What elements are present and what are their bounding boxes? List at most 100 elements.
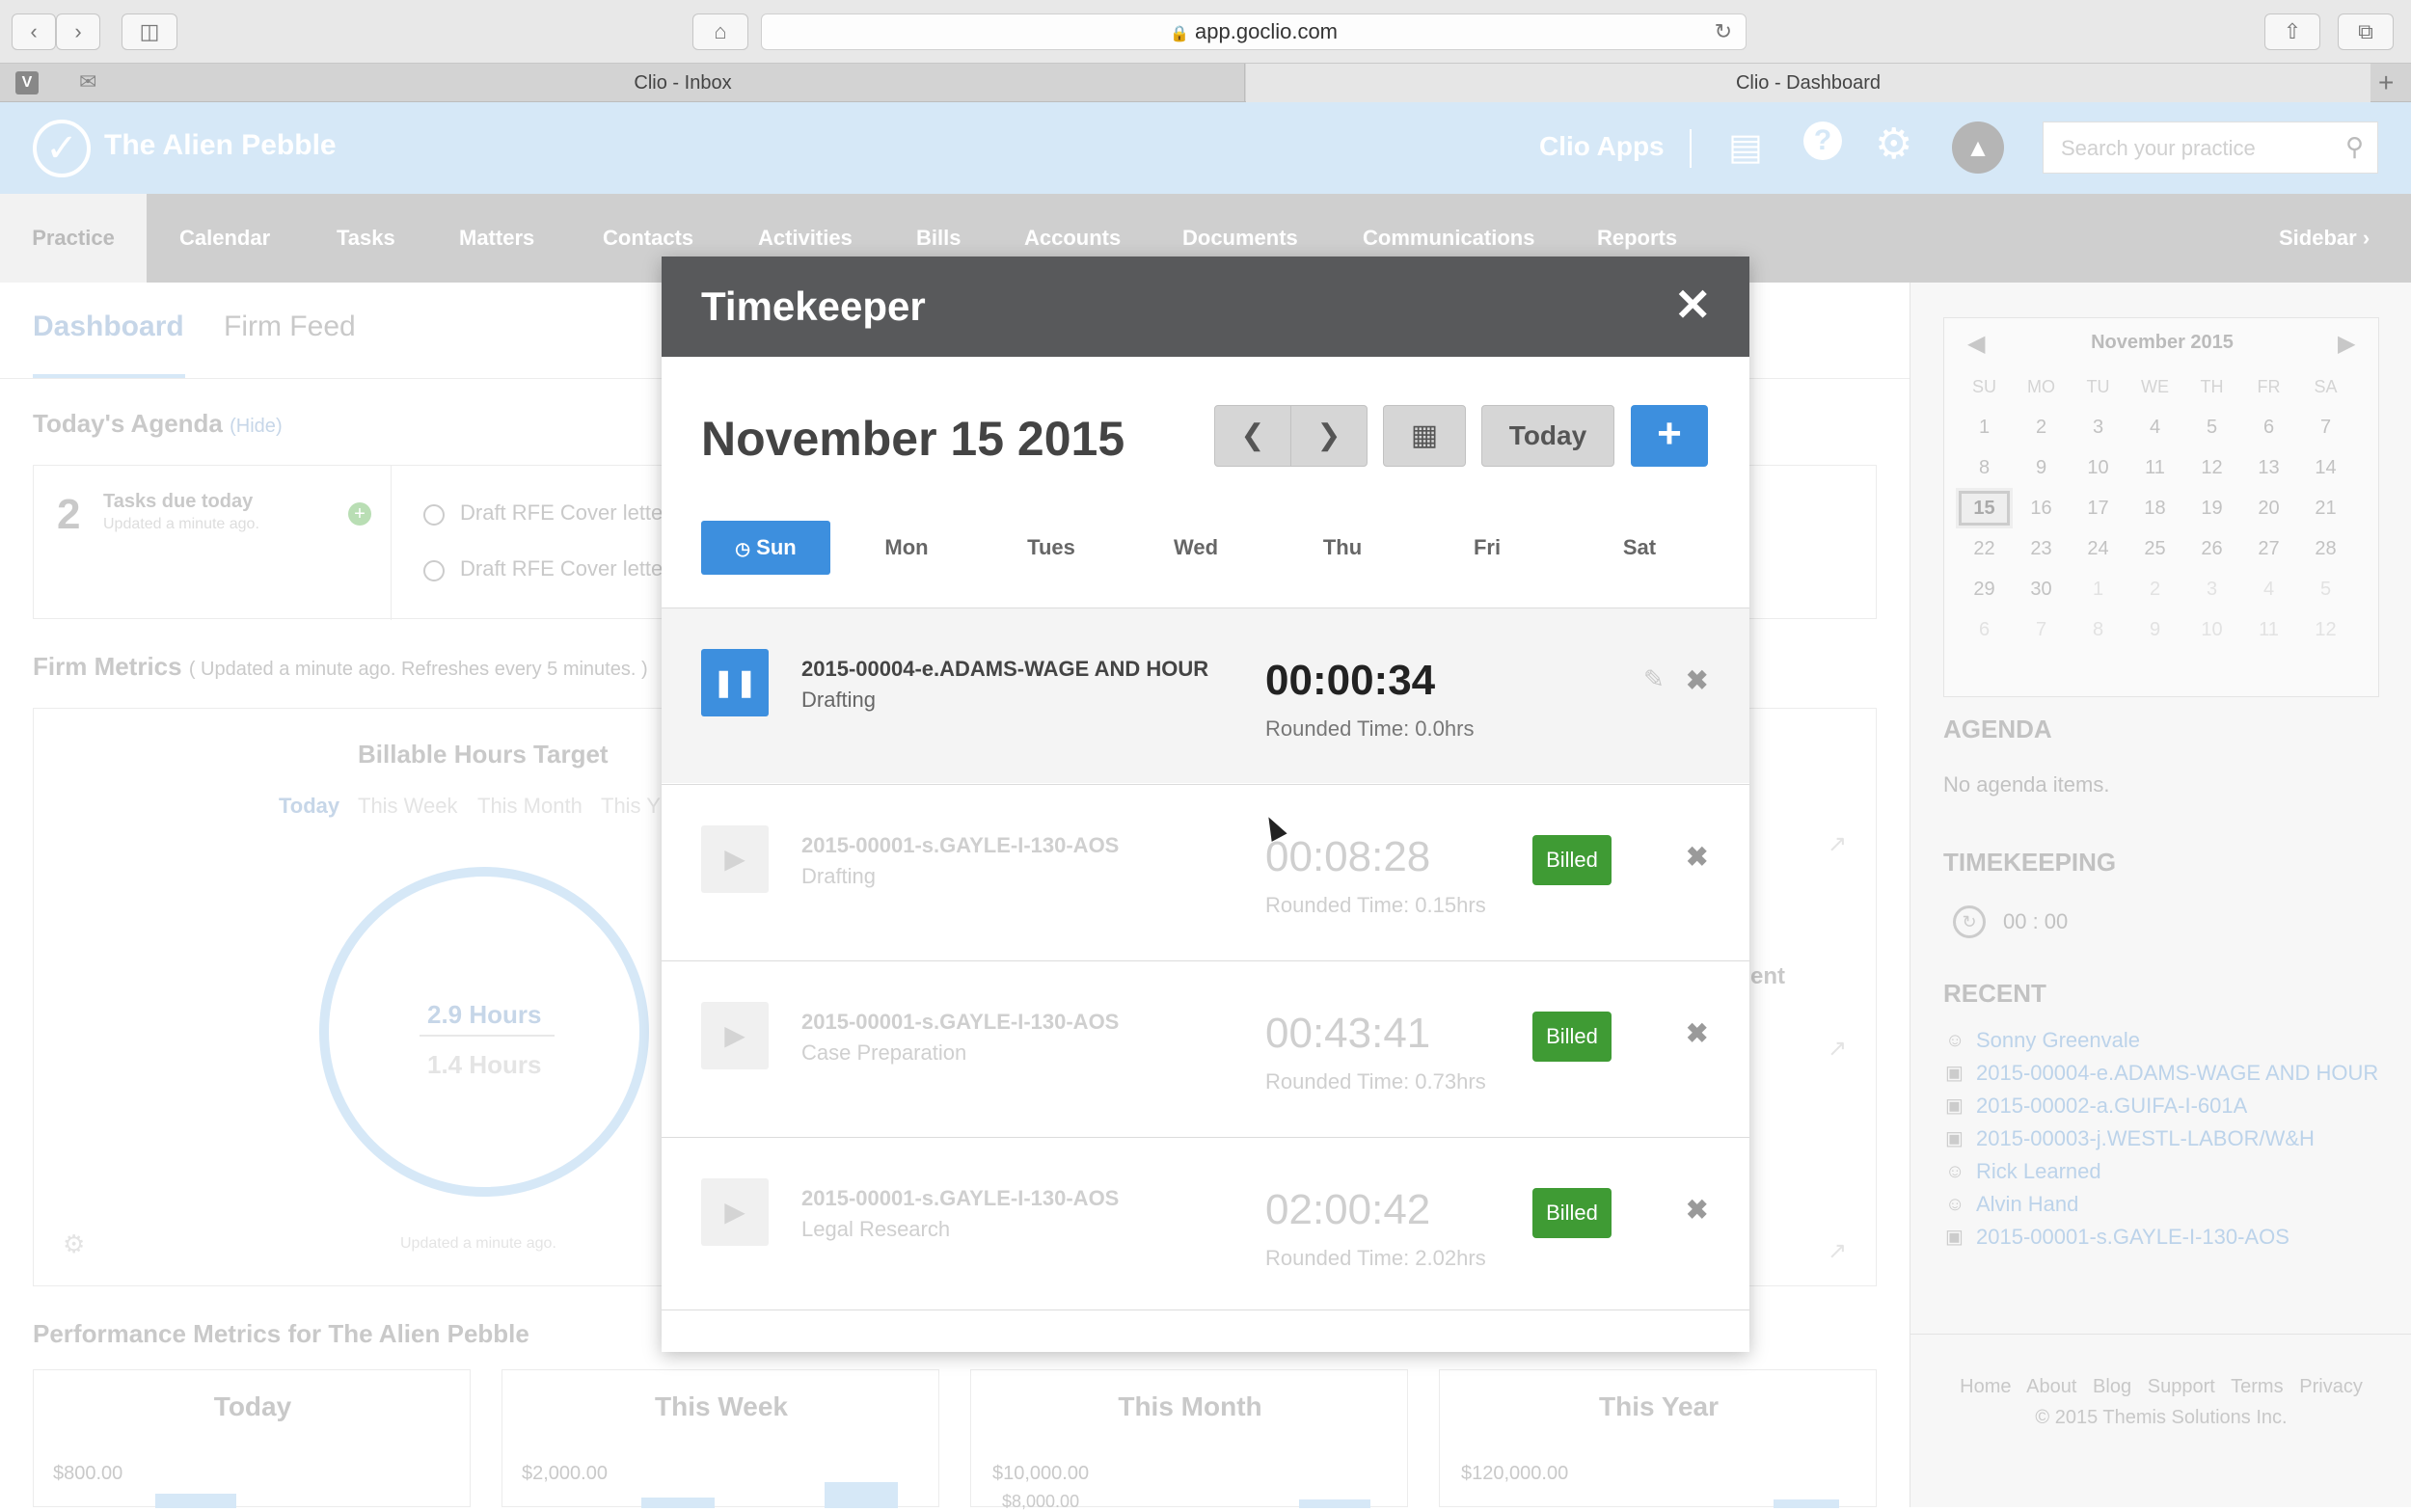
- delete-entry-icon[interactable]: ✖: [1686, 841, 1708, 873]
- cal-day[interactable]: 24: [2070, 528, 2127, 569]
- cal-day[interactable]: 30: [2013, 569, 2070, 609]
- recent-item[interactable]: ☺ Alvin Hand: [1943, 1191, 2387, 1218]
- gear-icon[interactable]: ⚙: [1875, 120, 1912, 169]
- entry-matter[interactable]: 2015-00004-e.ADAMS-WAGE AND HOUR: [801, 657, 1208, 682]
- day-tab-tues[interactable]: Tues: [993, 521, 1109, 575]
- nav-sidebar-toggle[interactable]: Sidebar ›: [2279, 194, 2370, 283]
- cal-day[interactable]: 16: [2013, 488, 2070, 528]
- delete-entry-icon[interactable]: ✖: [1686, 1017, 1708, 1049]
- calendar-button[interactable]: ▦: [1383, 405, 1466, 467]
- cal-day[interactable]: 6: [1956, 609, 2013, 650]
- close-icon[interactable]: ✕: [1674, 282, 1712, 328]
- cal-day[interactable]: 12: [2297, 609, 2354, 650]
- search-input[interactable]: Search your practice ⚲: [2043, 122, 2378, 174]
- cal-day[interactable]: 11: [2240, 609, 2297, 650]
- cal-day[interactable]: 28: [2297, 528, 2354, 569]
- cal-day[interactable]: 7: [2297, 407, 2354, 447]
- cal-day[interactable]: 3: [2070, 407, 2127, 447]
- cal-day[interactable]: 15: [1956, 488, 2013, 528]
- cal-day[interactable]: 22: [1956, 528, 2013, 569]
- external-link-icon[interactable]: ↗: [1828, 1035, 1847, 1063]
- entry-matter[interactable]: 2015-00001-s.GAYLE-I-130-AOS: [801, 833, 1119, 858]
- tab-inbox[interactable]: Clio - Inbox: [122, 64, 1245, 102]
- task-item[interactable]: Draft RFE Cover lette: [460, 500, 663, 526]
- day-tab-sun[interactable]: ◷ Sun: [701, 521, 830, 575]
- cal-day[interactable]: 5: [2297, 569, 2354, 609]
- cal-day[interactable]: 10: [2070, 447, 2127, 488]
- tabs-overview-icon[interactable]: ⧉: [2338, 14, 2394, 50]
- cal-day[interactable]: 19: [2183, 488, 2240, 528]
- home-icon[interactable]: ⌂: [692, 14, 748, 50]
- nav-matters[interactable]: Matters: [459, 194, 534, 283]
- cal-day[interactable]: 9: [2127, 609, 2183, 650]
- new-tab-icon[interactable]: +: [2378, 68, 2394, 98]
- tab-firm-feed[interactable]: Firm Feed: [224, 310, 356, 343]
- nav-practice[interactable]: Practice: [0, 194, 147, 283]
- cal-next-icon[interactable]: ▶: [2338, 330, 2355, 358]
- help-icon[interactable]: ?: [1803, 122, 1842, 160]
- brand-name[interactable]: The Alien Pebble: [104, 129, 337, 162]
- pinned-v-icon[interactable]: V: [15, 71, 39, 94]
- cal-day[interactable]: 12: [2183, 447, 2240, 488]
- day-tab-wed[interactable]: Wed: [1138, 521, 1254, 575]
- footer-link-terms[interactable]: Terms: [2231, 1376, 2283, 1397]
- cal-day[interactable]: 21: [2297, 488, 2354, 528]
- cal-day[interactable]: 2: [2127, 569, 2183, 609]
- cal-day[interactable]: 4: [2127, 407, 2183, 447]
- play-button[interactable]: ▶: [701, 825, 769, 893]
- address-bar[interactable]: 🔒 app.goclio.com ↻: [761, 14, 1747, 50]
- play-button[interactable]: ▶: [701, 1178, 769, 1246]
- task-item[interactable]: Draft RFE Cover lette: [460, 556, 663, 581]
- period-week[interactable]: This Week: [358, 794, 458, 819]
- footer-link-home[interactable]: Home: [1960, 1376, 2011, 1397]
- task-checkbox[interactable]: [423, 560, 445, 581]
- cal-day[interactable]: 13: [2240, 447, 2297, 488]
- play-button[interactable]: ▶: [701, 1002, 769, 1069]
- cal-day[interactable]: 29: [1956, 569, 2013, 609]
- prev-day-button[interactable]: ❮: [1214, 405, 1291, 467]
- cal-day[interactable]: 20: [2240, 488, 2297, 528]
- footer-link-blog[interactable]: Blog: [2093, 1376, 2131, 1397]
- day-tab-mon[interactable]: Mon: [849, 521, 964, 575]
- cal-day[interactable]: 11: [2127, 447, 2183, 488]
- nav-calendar[interactable]: Calendar: [179, 194, 270, 283]
- recent-item[interactable]: ▣ 2015-00001-s.GAYLE-I-130-AOS: [1943, 1224, 2387, 1251]
- sidebar-toggle-icon[interactable]: ◫: [122, 14, 177, 50]
- add-task-icon[interactable]: +: [348, 502, 371, 526]
- period-year[interactable]: This Y: [601, 794, 661, 819]
- settings-gear-icon[interactable]: ⚙: [63, 1229, 85, 1259]
- cal-day[interactable]: 17: [2070, 488, 2127, 528]
- avatar[interactable]: ▲: [1952, 122, 2004, 174]
- hide-link[interactable]: Hide: [236, 416, 276, 437]
- cal-day[interactable]: 25: [2127, 528, 2183, 569]
- cal-day[interactable]: 14: [2297, 447, 2354, 488]
- cal-day[interactable]: 1: [1956, 407, 2013, 447]
- recent-item[interactable]: ▣ 2015-00003-j.WESTL-LABOR/W&H: [1943, 1125, 2387, 1152]
- pause-button[interactable]: ❚❚: [701, 649, 769, 716]
- nav-tasks[interactable]: Tasks: [337, 194, 395, 283]
- tab-dashboard-page[interactable]: Dashboard: [33, 310, 184, 343]
- back-icon[interactable]: ‹: [12, 14, 56, 50]
- cal-day[interactable]: 3: [2183, 569, 2240, 609]
- footer-link-about[interactable]: About: [2026, 1376, 2076, 1397]
- reload-icon[interactable]: ↻: [1715, 14, 1732, 49]
- footer-link-support[interactable]: Support: [2148, 1376, 2215, 1397]
- recent-item[interactable]: ☺ Sonny Greenvale: [1943, 1027, 2387, 1054]
- cal-day[interactable]: 27: [2240, 528, 2297, 569]
- entry-matter[interactable]: 2015-00001-s.GAYLE-I-130-AOS: [801, 1010, 1119, 1035]
- inbox-icon[interactable]: ▤: [1728, 125, 1763, 169]
- today-button[interactable]: Today: [1481, 405, 1614, 467]
- pinned-mail-icon[interactable]: ✉: [79, 69, 96, 94]
- cal-day[interactable]: 9: [2013, 447, 2070, 488]
- day-tab-fri[interactable]: Fri: [1429, 521, 1545, 575]
- day-tab-thu[interactable]: Thu: [1285, 521, 1400, 575]
- next-day-button[interactable]: ❯: [1290, 405, 1368, 467]
- cal-day[interactable]: 1: [2070, 569, 2127, 609]
- cal-day[interactable]: 23: [2013, 528, 2070, 569]
- external-link-icon[interactable]: ↗: [1828, 1237, 1847, 1265]
- task-checkbox[interactable]: [423, 504, 445, 526]
- edit-pencil-icon[interactable]: ✎: [1643, 664, 1665, 694]
- delete-entry-icon[interactable]: ✖: [1686, 1194, 1708, 1226]
- delete-entry-icon[interactable]: ✖: [1686, 664, 1708, 696]
- day-tab-sat[interactable]: Sat: [1582, 521, 1697, 575]
